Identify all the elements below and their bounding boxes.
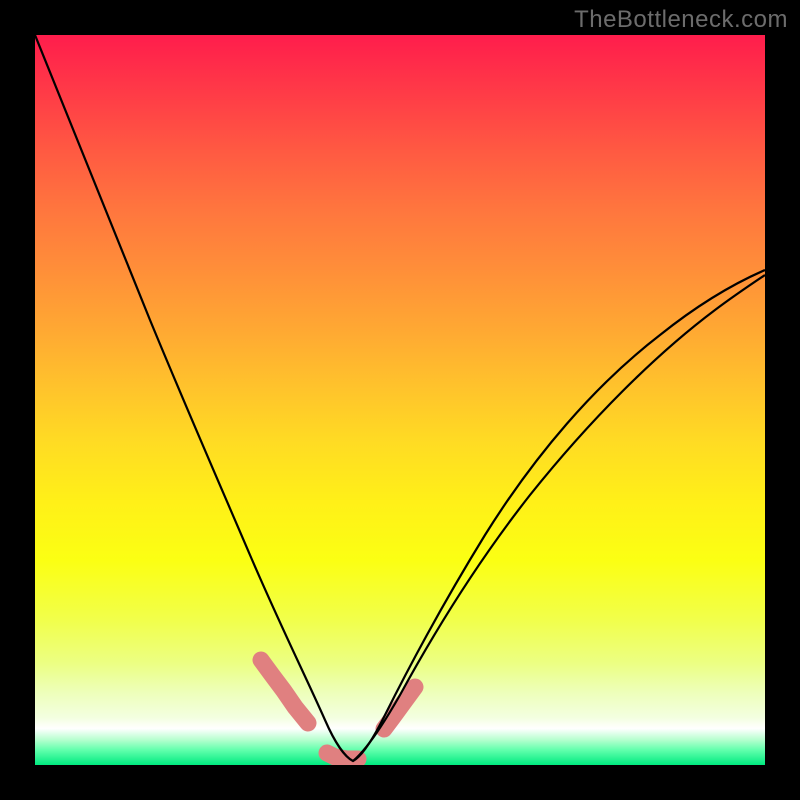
bottom-tick-blob	[327, 753, 358, 759]
bottleneck-curve	[35, 35, 765, 761]
plot-area	[35, 35, 765, 765]
chart-frame: TheBottleneck.com	[0, 0, 800, 800]
watermark-text: TheBottleneck.com	[574, 6, 788, 34]
curve-layer	[35, 35, 765, 765]
